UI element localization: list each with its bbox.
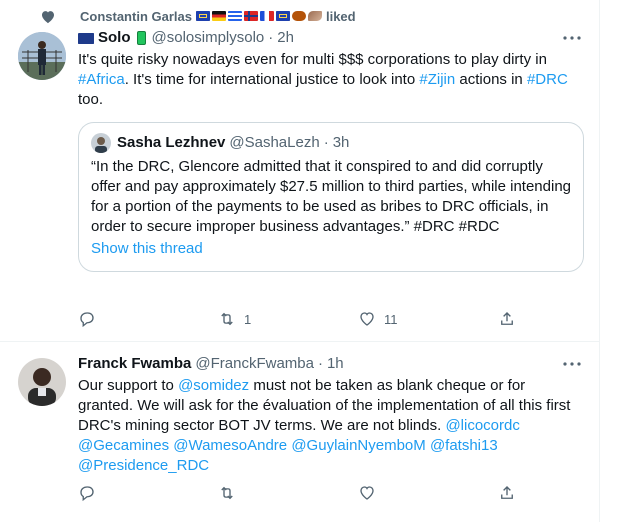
tweet[interactable]: Solo @solosimplysolo · 2h It's quite ris… [0, 28, 599, 342]
mention-link[interactable]: @Gecamines [78, 437, 169, 454]
author-handle[interactable]: @FranckFwamba [195, 354, 314, 374]
retweet-button[interactable] [218, 484, 278, 502]
like-button[interactable] [358, 484, 418, 502]
reply-button[interactable] [78, 310, 138, 328]
show-thread-link[interactable]: Show this thread [91, 239, 571, 259]
quoted-author-name: Sasha Lezhnev [117, 134, 226, 151]
social-context-user[interactable]: Constantin Garlas [80, 9, 192, 24]
tweet-text-segment: . It's time for international justice to… [124, 71, 420, 88]
tweet-header: Solo @solosimplysolo · 2h [78, 28, 584, 48]
battery-icon [136, 31, 146, 45]
hashtag-link[interactable]: #Zijin [419, 71, 455, 88]
tweet-text-segment: Our support to [78, 377, 179, 394]
tweet-text-segment: actions in [455, 71, 527, 88]
flag-australia-icon [78, 32, 94, 44]
tweet[interactable]: Franck Fwamba @FranckFwamba · 1h Our sup… [0, 354, 599, 522]
mention-link[interactable]: @GuylainNyemboM [291, 437, 425, 454]
mention-link[interactable]: @somidez [178, 377, 249, 394]
author-name[interactable]: Solo [98, 28, 131, 48]
flag-germany-icon [211, 11, 226, 21]
tweet-text-segment: It's quite risky nowadays even for multi… [78, 51, 547, 68]
flag-france-icon [259, 11, 274, 21]
quoted-author-handle: @SashaLezh [229, 134, 320, 151]
share-icon [501, 486, 513, 499]
tweet-actions [78, 484, 518, 502]
mention-link[interactable]: @Presidence_RDC [78, 457, 209, 474]
reply-button[interactable] [78, 484, 138, 502]
quoted-tweet-time: 3h [332, 134, 350, 151]
social-context-suffix: liked [325, 8, 356, 24]
author-handle[interactable]: @solosimplysolo [152, 28, 265, 48]
more-icon[interactable] [560, 354, 584, 374]
quoted-tweet-header: Sasha Lezhnev @SashaLezh · 3h [91, 133, 571, 153]
avatar[interactable] [18, 32, 66, 80]
quoted-tweet[interactable]: Sasha Lezhnev @SashaLezh · 3h “In the DR… [78, 122, 584, 272]
mention-link[interactable]: @WamesoAndre [173, 437, 287, 454]
retweet-button[interactable]: 1 [218, 310, 278, 328]
reply-icon [80, 312, 94, 328]
tweet-actions: 1 11 [78, 310, 518, 328]
flag-eu-icon [195, 11, 210, 21]
more-icon[interactable] [560, 28, 584, 48]
flag-greece-icon [227, 11, 242, 21]
tweet-text: Our support to @somidez must not be take… [78, 376, 584, 476]
hashtag-link[interactable]: #DRC [527, 71, 568, 88]
reply-icon [80, 486, 94, 502]
tweet-text: It's quite risky nowadays even for multi… [78, 50, 584, 110]
author-name[interactable]: Franck Fwamba [78, 354, 191, 374]
mention-link[interactable]: @licocordc [445, 417, 519, 434]
quoted-avatar [91, 133, 111, 153]
name-emoji-flags [195, 11, 322, 21]
tweet-time[interactable]: 2h [277, 28, 294, 48]
flag-norway-icon [243, 11, 258, 21]
avatar[interactable] [18, 358, 66, 406]
tweet-text-segment: too. [78, 91, 104, 108]
separator-dot: · [317, 355, 323, 372]
mention-link[interactable]: @fatshi13 [430, 437, 498, 454]
like-icon [360, 486, 374, 500]
retweet-icon [221, 486, 233, 500]
feather-icon [307, 11, 322, 21]
share-button[interactable] [498, 310, 518, 328]
retweet-count: 1 [244, 311, 252, 327]
like-count: 11 [384, 311, 398, 327]
flag-eu-icon [275, 11, 290, 21]
separator-dot: · [323, 134, 329, 151]
retweet-icon [221, 312, 233, 326]
hand-icon [291, 11, 306, 21]
share-icon [501, 312, 513, 325]
heart-icon [40, 8, 58, 24]
like-icon [360, 312, 374, 326]
timeline: Constantin Garlas liked Solo @solosimply… [0, 0, 600, 522]
tweet-divider [0, 341, 599, 342]
share-button[interactable] [498, 484, 518, 502]
tweet-header: Franck Fwamba @FranckFwamba · 1h [78, 354, 584, 374]
hashtag-link[interactable]: #Africa [78, 71, 125, 88]
social-context[interactable]: Constantin Garlas liked [40, 8, 356, 24]
like-button[interactable]: 11 [358, 310, 418, 328]
separator-dot: · [268, 29, 274, 46]
quoted-tweet-text: “In the DRC, Glencore admitted that it c… [91, 158, 571, 235]
tweet-time[interactable]: 1h [327, 354, 344, 374]
